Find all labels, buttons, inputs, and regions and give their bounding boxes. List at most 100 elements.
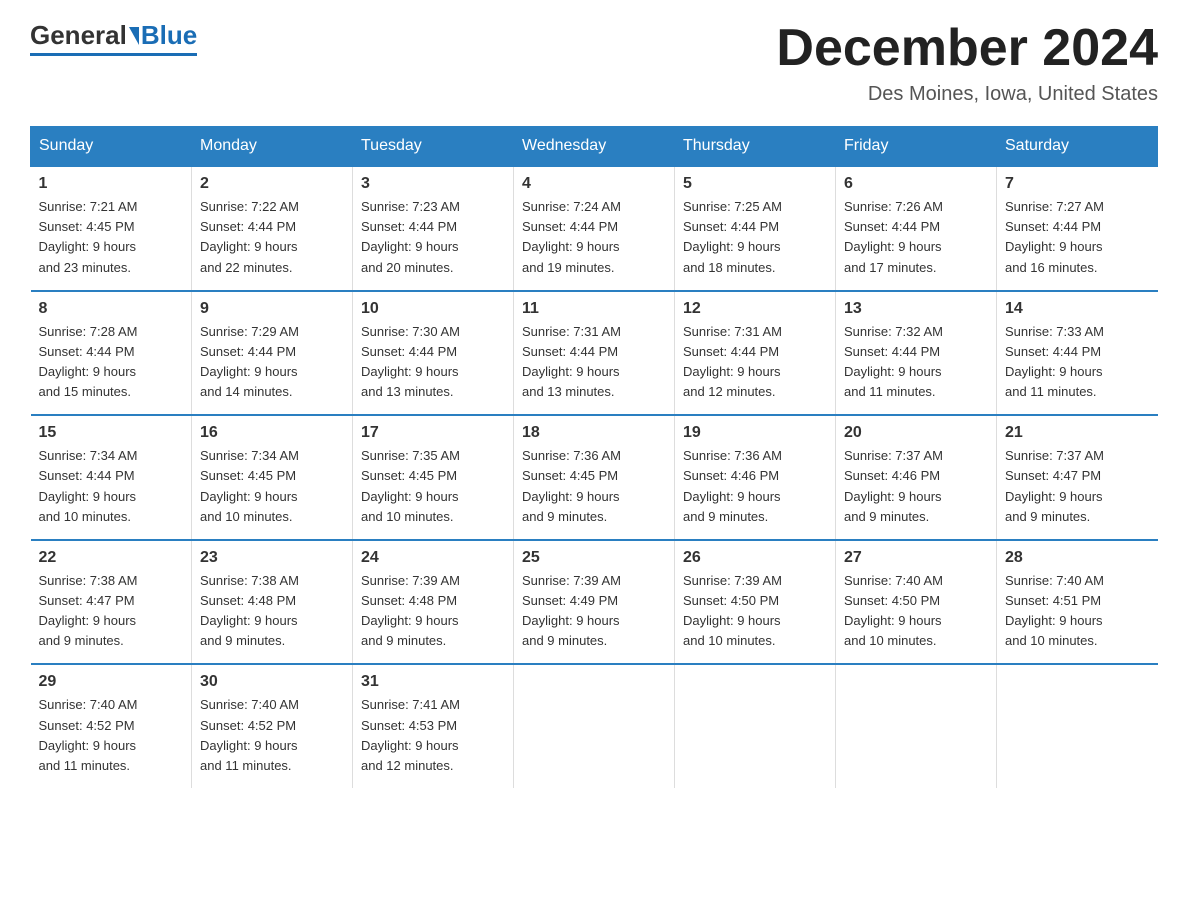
day-number: 19 <box>683 424 827 442</box>
calendar-week-row: 22 Sunrise: 7:38 AM Sunset: 4:47 PM Dayli… <box>31 540 1158 665</box>
calendar-subtitle: Des Moines, Iowa, United States <box>776 83 1158 106</box>
day-header-friday: Friday <box>836 127 997 167</box>
day-number: 9 <box>200 300 344 318</box>
logo-underline <box>30 53 197 56</box>
day-number: 21 <box>1005 424 1150 442</box>
calendar-cell: 6 Sunrise: 7:26 AM Sunset: 4:44 PM Daylig… <box>836 166 997 291</box>
day-info: Sunrise: 7:36 AM Sunset: 4:46 PM Dayligh… <box>683 446 827 527</box>
day-info: Sunrise: 7:26 AM Sunset: 4:44 PM Dayligh… <box>844 197 988 278</box>
day-header-sunday: Sunday <box>31 127 192 167</box>
day-header-monday: Monday <box>192 127 353 167</box>
day-number: 26 <box>683 549 827 567</box>
day-number: 20 <box>844 424 988 442</box>
day-number: 27 <box>844 549 988 567</box>
calendar-cell: 28 Sunrise: 7:40 AM Sunset: 4:51 PM Dayli… <box>997 540 1158 665</box>
calendar-cell <box>836 664 997 788</box>
day-info: Sunrise: 7:34 AM Sunset: 4:45 PM Dayligh… <box>200 446 344 527</box>
day-number: 14 <box>1005 300 1150 318</box>
day-info: Sunrise: 7:32 AM Sunset: 4:44 PM Dayligh… <box>844 322 988 403</box>
day-info: Sunrise: 7:27 AM Sunset: 4:44 PM Dayligh… <box>1005 197 1150 278</box>
day-info: Sunrise: 7:30 AM Sunset: 4:44 PM Dayligh… <box>361 322 505 403</box>
calendar-cell: 16 Sunrise: 7:34 AM Sunset: 4:45 PM Dayli… <box>192 415 353 540</box>
calendar-cell: 23 Sunrise: 7:38 AM Sunset: 4:48 PM Dayli… <box>192 540 353 665</box>
day-info: Sunrise: 7:39 AM Sunset: 4:50 PM Dayligh… <box>683 571 827 652</box>
day-number: 4 <box>522 175 666 193</box>
day-info: Sunrise: 7:40 AM Sunset: 4:50 PM Dayligh… <box>844 571 988 652</box>
day-info: Sunrise: 7:41 AM Sunset: 4:53 PM Dayligh… <box>361 695 505 776</box>
calendar-week-row: 15 Sunrise: 7:34 AM Sunset: 4:44 PM Dayli… <box>31 415 1158 540</box>
day-number: 2 <box>200 175 344 193</box>
calendar-cell: 9 Sunrise: 7:29 AM Sunset: 4:44 PM Daylig… <box>192 291 353 416</box>
day-info: Sunrise: 7:37 AM Sunset: 4:46 PM Dayligh… <box>844 446 988 527</box>
day-number: 8 <box>39 300 184 318</box>
day-number: 1 <box>39 175 184 193</box>
day-number: 24 <box>361 549 505 567</box>
day-number: 25 <box>522 549 666 567</box>
day-number: 5 <box>683 175 827 193</box>
day-info: Sunrise: 7:35 AM Sunset: 4:45 PM Dayligh… <box>361 446 505 527</box>
calendar-cell <box>997 664 1158 788</box>
calendar-table: SundayMondayTuesdayWednesdayThursdayFrid… <box>30 126 1158 788</box>
day-number: 22 <box>39 549 184 567</box>
day-number: 16 <box>200 424 344 442</box>
header: General Blue December 2024 Des Moines, I… <box>30 20 1158 106</box>
logo-general-text: General <box>30 20 127 51</box>
day-info: Sunrise: 7:34 AM Sunset: 4:44 PM Dayligh… <box>39 446 184 527</box>
day-number: 30 <box>200 673 344 691</box>
calendar-cell <box>675 664 836 788</box>
calendar-title: December 2024 <box>776 20 1158 77</box>
day-info: Sunrise: 7:31 AM Sunset: 4:44 PM Dayligh… <box>683 322 827 403</box>
day-number: 3 <box>361 175 505 193</box>
calendar-cell: 18Sunrise: 7:36 AM Sunset: 4:45 PM Dayli… <box>514 415 675 540</box>
day-info: Sunrise: 7:23 AM Sunset: 4:44 PM Dayligh… <box>361 197 505 278</box>
day-number: 12 <box>683 300 827 318</box>
calendar-cell: 12 Sunrise: 7:31 AM Sunset: 4:44 PM Dayli… <box>675 291 836 416</box>
day-info: Sunrise: 7:40 AM Sunset: 4:51 PM Dayligh… <box>1005 571 1150 652</box>
calendar-cell: 1Sunrise: 7:21 AM Sunset: 4:45 PM Daylig… <box>31 166 192 291</box>
calendar-cell: 25 Sunrise: 7:39 AM Sunset: 4:49 PM Dayli… <box>514 540 675 665</box>
calendar-cell: 31Sunrise: 7:41 AM Sunset: 4:53 PM Dayli… <box>353 664 514 788</box>
day-info: Sunrise: 7:38 AM Sunset: 4:48 PM Dayligh… <box>200 571 344 652</box>
calendar-cell: 30Sunrise: 7:40 AM Sunset: 4:52 PM Dayli… <box>192 664 353 788</box>
day-info: Sunrise: 7:22 AM Sunset: 4:44 PM Dayligh… <box>200 197 344 278</box>
calendar-cell: 20 Sunrise: 7:37 AM Sunset: 4:46 PM Dayli… <box>836 415 997 540</box>
calendar-week-row: 29 Sunrise: 7:40 AM Sunset: 4:52 PM Dayli… <box>31 664 1158 788</box>
day-info: Sunrise: 7:38 AM Sunset: 4:47 PM Dayligh… <box>39 571 184 652</box>
day-number: 15 <box>39 424 184 442</box>
day-number: 11 <box>522 300 666 318</box>
day-number: 6 <box>844 175 988 193</box>
day-info: Sunrise: 7:39 AM Sunset: 4:49 PM Dayligh… <box>522 571 666 652</box>
calendar-cell: 21 Sunrise: 7:37 AM Sunset: 4:47 PM Dayli… <box>997 415 1158 540</box>
day-number: 17 <box>361 424 505 442</box>
day-number: 18 <box>522 424 666 442</box>
day-number: 10 <box>361 300 505 318</box>
calendar-cell: 27 Sunrise: 7:40 AM Sunset: 4:50 PM Dayli… <box>836 540 997 665</box>
day-number: 13 <box>844 300 988 318</box>
calendar-cell: 3 Sunrise: 7:23 AM Sunset: 4:44 PM Daylig… <box>353 166 514 291</box>
day-number: 7 <box>1005 175 1150 193</box>
day-header-saturday: Saturday <box>997 127 1158 167</box>
day-info: Sunrise: 7:28 AM Sunset: 4:44 PM Dayligh… <box>39 322 184 403</box>
calendar-cell: 15 Sunrise: 7:34 AM Sunset: 4:44 PM Dayli… <box>31 415 192 540</box>
day-number: 29 <box>39 673 184 691</box>
calendar-week-row: 1Sunrise: 7:21 AM Sunset: 4:45 PM Daylig… <box>31 166 1158 291</box>
day-info: Sunrise: 7:37 AM Sunset: 4:47 PM Dayligh… <box>1005 446 1150 527</box>
logo: General Blue <box>30 20 197 56</box>
day-number: 28 <box>1005 549 1150 567</box>
day-info: Sunrise: 7:39 AM Sunset: 4:48 PM Dayligh… <box>361 571 505 652</box>
calendar-cell: 22 Sunrise: 7:38 AM Sunset: 4:47 PM Dayli… <box>31 540 192 665</box>
day-info: Sunrise: 7:31 AM Sunset: 4:44 PM Dayligh… <box>522 322 666 403</box>
day-info: Sunrise: 7:29 AM Sunset: 4:44 PM Dayligh… <box>200 322 344 403</box>
calendar-cell: 13 Sunrise: 7:32 AM Sunset: 4:44 PM Dayli… <box>836 291 997 416</box>
calendar-cell: 11 Sunrise: 7:31 AM Sunset: 4:44 PM Dayli… <box>514 291 675 416</box>
day-info: Sunrise: 7:40 AM Sunset: 4:52 PM Dayligh… <box>39 695 184 776</box>
calendar-cell: 17 Sunrise: 7:35 AM Sunset: 4:45 PM Dayli… <box>353 415 514 540</box>
logo-triangle-icon <box>129 27 139 45</box>
calendar-cell: 29 Sunrise: 7:40 AM Sunset: 4:52 PM Dayli… <box>31 664 192 788</box>
calendar-cell: 7 Sunrise: 7:27 AM Sunset: 4:44 PM Daylig… <box>997 166 1158 291</box>
day-header-thursday: Thursday <box>675 127 836 167</box>
day-number: 23 <box>200 549 344 567</box>
calendar-cell: 8 Sunrise: 7:28 AM Sunset: 4:44 PM Daylig… <box>31 291 192 416</box>
calendar-header-row: SundayMondayTuesdayWednesdayThursdayFrid… <box>31 127 1158 167</box>
title-area: December 2024 Des Moines, Iowa, United S… <box>776 20 1158 106</box>
